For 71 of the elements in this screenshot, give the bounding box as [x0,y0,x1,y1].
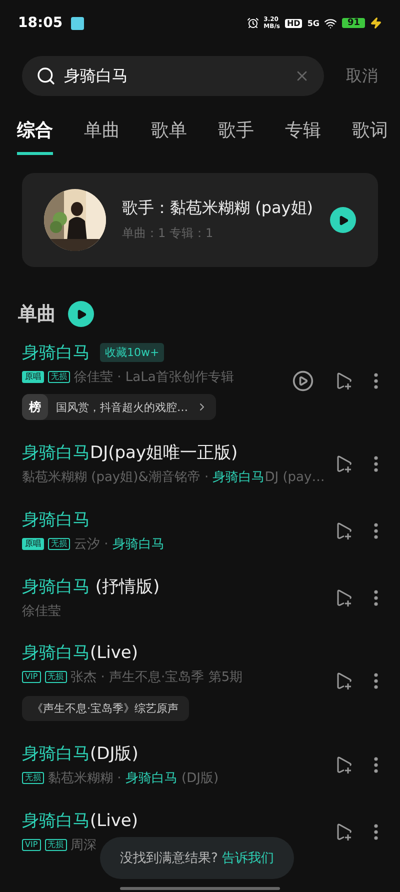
note-chip[interactable]: 《声生不息·宝岛季》综艺原声 [22,696,188,721]
song-meta: 黏苞米糊糊 · 身骑白马 (DJ版) [48,770,219,787]
quality-tag: 无损 [48,538,70,550]
more-icon [374,456,378,472]
network-type: 5G [307,18,320,28]
chart-chip[interactable]: 榜 国风赏，抖音超火的戏腔… [22,394,216,420]
song-title[interactable]: 身骑白马 [22,508,90,531]
category-tab[interactable]: 歌词 [352,118,388,155]
app-notification-icon [70,16,84,30]
song-title[interactable]: 身骑白马(Live) [22,641,138,664]
quality-tag: VIP [22,839,41,851]
feedback-link[interactable]: 告诉我们 [222,849,274,867]
song-title[interactable]: 身骑白马 [22,341,90,364]
play-icon [338,214,348,226]
hd-indicator: HD [284,18,302,28]
artist-card[interactable]: 歌手：黏苞米糊糊 (pay姐) 单曲：1 专辑：1 [22,173,378,267]
more-button[interactable] [374,522,378,538]
song-title[interactable]: 身骑白马(Live) [22,809,138,832]
video-button[interactable] [292,370,314,392]
artist-name: 歌手：黏苞米糊糊 (pay姐) [122,198,314,219]
status-time: 18:05 [18,15,63,31]
song-title[interactable]: 身骑白马 (抒情版) [22,575,160,598]
more-icon [374,372,378,388]
more-button[interactable] [374,590,378,606]
more-button[interactable] [374,372,378,388]
artist-stats: 单曲：1 专辑：1 [122,225,214,242]
song-meta: 周深 [70,837,97,854]
battery-level: 91 [342,18,365,28]
toast-text: 没找到满意结果? [120,850,218,867]
more-button[interactable] [374,824,378,840]
song-title[interactable]: 身骑白马 DJ(pay姐唯一正版) [22,441,238,464]
play-all-button[interactable] [68,301,94,327]
quality-tag: 无损 [44,839,67,851]
song-meta: 云汐 · 身骑白马 [74,536,164,553]
song-title[interactable]: 身骑白马(DJ版) [22,742,138,765]
category-tab[interactable]: 歌单 [151,118,187,155]
quality-tag: 无损 [22,772,44,784]
song-meta: 徐佳莹 [22,603,61,620]
more-button[interactable] [374,456,378,472]
cancel-button[interactable]: 取消 [346,66,378,86]
more-button[interactable] [374,673,378,689]
song-meta: 徐佳莹 · LaLa首张创作专辑 [74,369,234,386]
quality-tag: VIP [22,671,41,683]
favorites-badge: 收藏10w+ [100,343,164,362]
charging-icon [370,17,382,29]
more-icon [374,824,378,840]
more-icon [374,673,378,689]
search-icon [36,66,56,86]
category-tab[interactable]: 单曲 [84,118,120,155]
song-meta: 黏苞米糊糊 (pay姐)&潮音铭帝 · 身骑白马 DJ (pay… [22,469,325,486]
section-title: 单曲 [18,302,56,327]
quality-tag: 无损 [48,371,70,383]
chart-mark: 榜 [22,394,48,420]
category-tab[interactable]: 歌手 [218,118,254,155]
quality-tag: 原唱 [22,371,44,383]
play-button[interactable] [330,207,356,233]
quality-tag: 原唱 [22,538,44,550]
category-tab[interactable]: 专辑 [285,118,321,155]
more-icon [374,522,378,538]
chart-text: 国风赏，抖音超火的戏腔… [56,400,188,414]
search-field[interactable]: 身骑白马 [22,56,324,96]
wifi-icon [324,16,338,30]
more-icon [374,590,378,606]
more-button[interactable] [374,756,378,772]
more-icon [374,756,378,772]
play-icon [76,308,86,320]
song-meta: 张杰 · 声生不息·宝岛季 第5期 [70,669,243,686]
video-play-icon [292,370,314,392]
alarm-icon [246,17,259,29]
category-tab[interactable]: 综合 [17,118,53,155]
quality-tag: 无损 [44,671,67,683]
